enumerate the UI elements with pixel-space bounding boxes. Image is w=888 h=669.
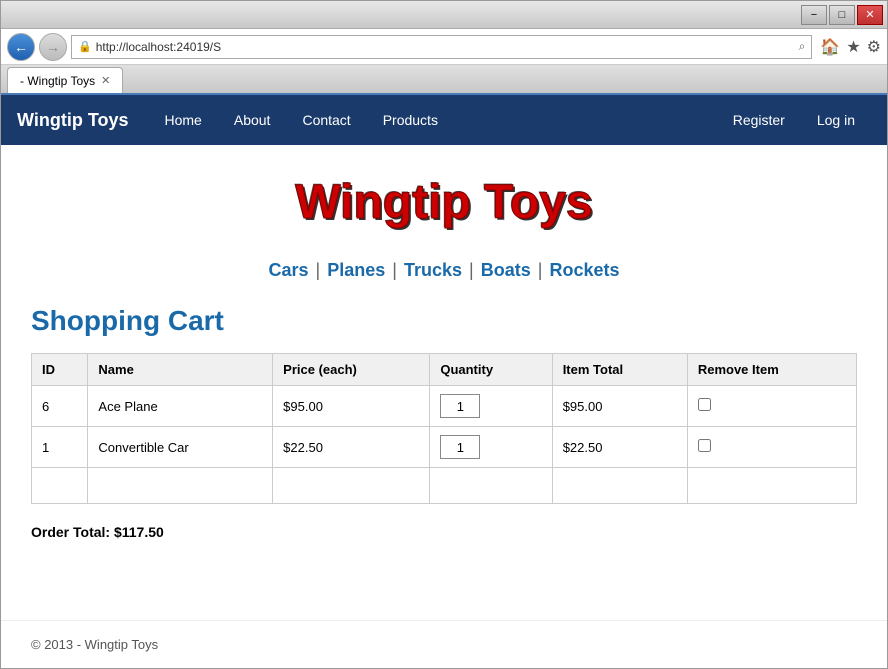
empty-cell-1 [32, 468, 88, 504]
footer-text: © 2013 - Wingtip Toys [31, 637, 158, 652]
category-links: Cars | Planes | Trucks | Boats | Rockets [31, 260, 857, 281]
address-bar: ← → 🔒 http://localhost:24019/S ⌕ 🏠 ★ ⚙ [1, 29, 887, 65]
sep-3: | [469, 260, 474, 280]
nav-contact[interactable]: Contact [286, 95, 366, 145]
row2-name: Convertible Car [88, 427, 273, 468]
window-controls: − □ ✕ [801, 5, 883, 25]
nav-login[interactable]: Log in [801, 95, 871, 145]
tab-bar: - Wingtip Toys ✕ [1, 65, 887, 95]
sep-2: | [392, 260, 397, 280]
row2-qty-input[interactable] [440, 435, 480, 459]
row1-qty-input[interactable] [440, 394, 480, 418]
header-row: ID Name Price (each) Quantity Item Total… [32, 354, 857, 386]
nav-home[interactable]: Home [149, 95, 218, 145]
cart-table: ID Name Price (each) Quantity Item Total… [31, 353, 857, 504]
row2-id: 1 [32, 427, 88, 468]
table-row: 1 Convertible Car $22.50 $22.50 [32, 427, 857, 468]
col-remove: Remove Item [687, 354, 856, 386]
row1-price: $95.00 [273, 386, 430, 427]
browser-window: − □ ✕ ← → 🔒 http://localhost:24019/S ⌕ 🏠… [0, 0, 888, 669]
row2-quantity [430, 427, 552, 468]
col-price: Price (each) [273, 354, 430, 386]
nav-about[interactable]: About [218, 95, 287, 145]
back-button[interactable]: ← [7, 33, 35, 61]
row1-quantity [430, 386, 552, 427]
favorites-icon[interactable]: ★ [846, 37, 860, 57]
url-text: http://localhost:24019/S [96, 40, 795, 54]
category-boats[interactable]: Boats [481, 260, 531, 280]
row2-price: $22.50 [273, 427, 430, 468]
navbar: Wingtip Toys Home About Contact Products… [1, 95, 887, 145]
cart-table-body: 6 Ace Plane $95.00 $95.00 1 [32, 386, 857, 504]
footer: © 2013 - Wingtip Toys [1, 620, 887, 668]
home-icon[interactable]: 🏠 [820, 37, 840, 57]
nav-products[interactable]: Products [367, 95, 454, 145]
sep-4: | [538, 260, 543, 280]
cart-table-header: ID Name Price (each) Quantity Item Total… [32, 354, 857, 386]
table-row-empty [32, 468, 857, 504]
category-planes[interactable]: Planes [327, 260, 385, 280]
row2-item-total: $22.50 [552, 427, 687, 468]
nav-links: Home About Contact Products [149, 95, 717, 145]
page-content: Wingtip Toys Home About Contact Products… [1, 95, 887, 668]
col-quantity: Quantity [430, 354, 552, 386]
maximize-button[interactable]: □ [829, 5, 855, 25]
empty-cell-4 [430, 468, 552, 504]
empty-cell-5 [552, 468, 687, 504]
forward-button[interactable]: → [39, 33, 67, 61]
row1-remove-cell [687, 386, 856, 427]
url-icon: 🔒 [78, 40, 92, 53]
site-title: Wingtip Toys [31, 165, 857, 240]
order-total-value: $117.50 [114, 524, 164, 540]
category-cars[interactable]: Cars [268, 260, 308, 280]
row2-remove-cell [687, 427, 856, 468]
minimize-button[interactable]: − [801, 5, 827, 25]
category-rockets[interactable]: Rockets [549, 260, 619, 280]
settings-icon[interactable]: ⚙ [867, 37, 881, 57]
close-button[interactable]: ✕ [857, 5, 883, 25]
category-trucks[interactable]: Trucks [404, 260, 462, 280]
row1-item-total: $95.00 [552, 386, 687, 427]
refresh-icon[interactable]: ⌕ [799, 39, 806, 54]
col-name: Name [88, 354, 273, 386]
empty-cell-3 [273, 468, 430, 504]
row2-remove-checkbox[interactable] [698, 439, 711, 452]
browser-tab[interactable]: - Wingtip Toys ✕ [7, 67, 123, 93]
tab-close-button[interactable]: ✕ [101, 74, 110, 87]
nav-right: Register Log in [717, 95, 871, 145]
col-id: ID [32, 354, 88, 386]
title-bar: − □ ✕ [1, 1, 887, 29]
row1-id: 6 [32, 386, 88, 427]
url-bar[interactable]: 🔒 http://localhost:24019/S ⌕ [71, 35, 812, 59]
row1-remove-checkbox[interactable] [698, 398, 711, 411]
table-row: 6 Ace Plane $95.00 $95.00 [32, 386, 857, 427]
sep-1: | [316, 260, 321, 280]
col-item-total: Item Total [552, 354, 687, 386]
brand-label[interactable]: Wingtip Toys [17, 110, 129, 131]
empty-cell-2 [88, 468, 273, 504]
row1-name: Ace Plane [88, 386, 273, 427]
cart-title: Shopping Cart [31, 305, 857, 337]
order-total-label: Order Total: [31, 524, 110, 540]
tab-title: - Wingtip Toys [20, 74, 95, 88]
nav-register[interactable]: Register [717, 95, 801, 145]
order-total: Order Total: $117.50 [31, 524, 857, 540]
empty-cell-6 [687, 468, 856, 504]
main-content: Wingtip Toys Cars | Planes | Trucks | Bo… [1, 145, 887, 620]
browser-toolbar: 🏠 ★ ⚙ [820, 37, 881, 57]
